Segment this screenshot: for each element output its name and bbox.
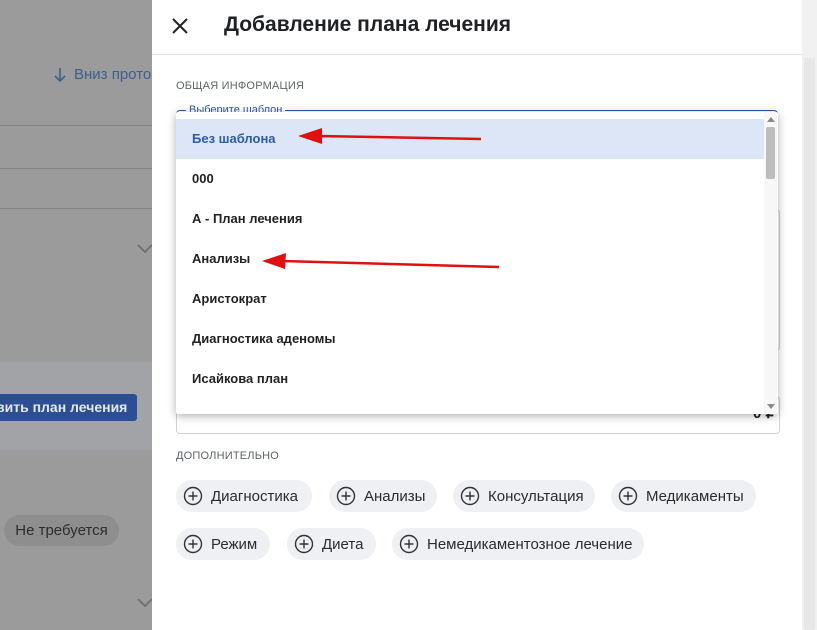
chevron-down-icon[interactable] <box>137 598 153 608</box>
chip-label: Диагностика <box>211 487 298 505</box>
plus-circle-icon <box>460 486 480 506</box>
add-diet-chip[interactable]: Диета <box>287 528 376 560</box>
backdrop-button-label: вить план лечения <box>0 399 128 415</box>
backdrop-divider <box>0 125 152 126</box>
drawer-scrollbar-thumb[interactable] <box>804 58 815 630</box>
plus-circle-icon <box>618 486 638 506</box>
scroll-down-arrow-icon[interactable] <box>767 404 775 409</box>
template-option[interactable]: Исайкова план <box>176 359 764 399</box>
backdrop-link-label: Вниз прото <box>74 66 152 83</box>
backdrop-chip-label: Не требуется <box>15 522 108 539</box>
backdrop-add-plan-button[interactable]: вить план лечения <box>0 394 137 421</box>
backdrop-divider <box>0 208 152 209</box>
backdrop-status-chip: Не требуется <box>4 515 119 546</box>
backdrop-divider <box>0 168 152 169</box>
template-option[interactable]: Анализы <box>176 239 764 279</box>
template-dropdown: Без шаблона 000 А - План лечения Анализы… <box>176 112 778 414</box>
chip-label: Консультация <box>488 487 584 505</box>
header-divider <box>152 54 802 55</box>
close-button[interactable] <box>168 12 192 40</box>
section-additional-label: ДОПОЛНИТЕЛЬНО <box>176 450 280 462</box>
template-option[interactable]: Без шаблона <box>176 119 764 159</box>
plus-circle-icon <box>336 486 356 506</box>
chip-label: Диета <box>322 535 364 553</box>
template-option-list: Без шаблона 000 А - План лечения Анализы… <box>176 119 764 399</box>
scroll-up-arrow-icon[interactable] <box>767 117 775 122</box>
backdrop-scroll-down-link[interactable]: Вниз прото <box>54 66 151 83</box>
template-option[interactable]: Аристократ <box>176 279 764 319</box>
add-tests-chip[interactable]: Анализы <box>329 480 437 512</box>
add-medications-chip[interactable]: Медикаменты <box>611 480 756 512</box>
add-non-drug-treatment-chip[interactable]: Немедикаментозное лечение <box>392 528 644 560</box>
close-icon <box>172 18 188 34</box>
add-consultation-chip[interactable]: Консультация <box>453 480 595 512</box>
plus-circle-icon <box>183 486 203 506</box>
plus-circle-icon <box>399 534 419 554</box>
add-diagnostics-chip[interactable]: Диагностика <box>176 480 312 512</box>
template-option[interactable]: Диагностика аденомы <box>176 319 764 359</box>
plus-circle-icon <box>294 534 314 554</box>
template-option[interactable]: А - План лечения <box>176 199 764 239</box>
arrow-down-icon <box>54 67 66 82</box>
section-general-label: ОБЩАЯ ИНФОРМАЦИЯ <box>176 80 305 92</box>
plus-circle-icon <box>183 534 203 554</box>
template-option[interactable]: 000 <box>176 159 764 199</box>
chip-label: Медикаменты <box>646 487 744 505</box>
chevron-down-icon[interactable] <box>137 244 153 254</box>
chip-label: Анализы <box>364 487 426 505</box>
dropdown-scrollbar-thumb[interactable] <box>766 127 775 179</box>
dropdown-scrollbar[interactable] <box>764 112 777 414</box>
add-regimen-chip[interactable]: Режим <box>176 528 270 560</box>
drawer-title: Добавление плана лечения <box>224 13 512 36</box>
chip-label: Немедикаментозное лечение <box>427 535 633 553</box>
chip-label: Режим <box>211 535 258 553</box>
